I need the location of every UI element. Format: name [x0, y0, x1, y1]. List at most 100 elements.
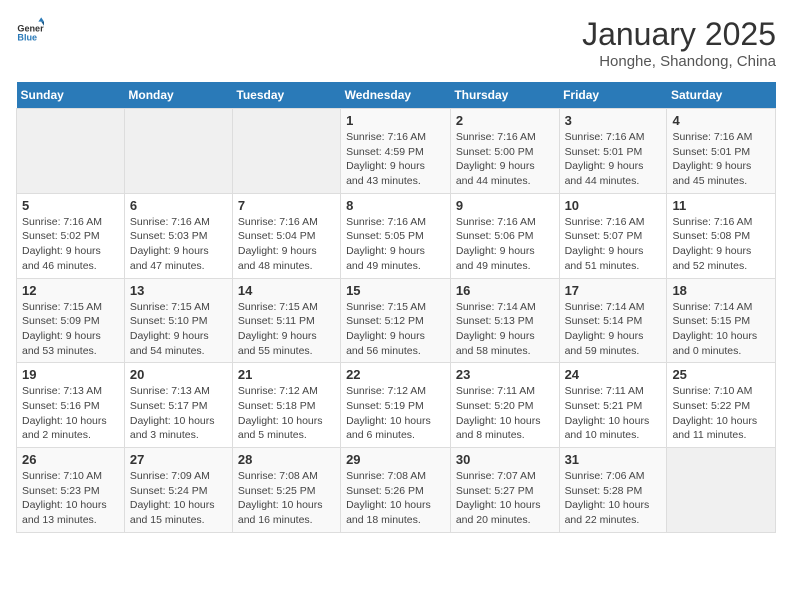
day-info: Sunrise: 7:15 AM Sunset: 5:09 PM Dayligh… [22, 300, 119, 359]
day-number: 26 [22, 452, 119, 467]
day-of-week-header: Wednesday [341, 82, 451, 109]
day-info: Sunrise: 7:11 AM Sunset: 5:21 PM Dayligh… [565, 384, 662, 443]
day-number: 9 [456, 198, 554, 213]
calendar-header-row: SundayMondayTuesdayWednesdayThursdayFrid… [17, 82, 776, 109]
calendar-week-row: 26 Sunrise: 7:10 AM Sunset: 5:23 PM Dayli… [17, 448, 776, 533]
day-number: 2 [456, 113, 554, 128]
calendar-cell: 26 Sunrise: 7:10 AM Sunset: 5:23 PM Dayli… [17, 448, 125, 533]
day-number: 16 [456, 283, 554, 298]
day-info: Sunrise: 7:15 AM Sunset: 5:12 PM Dayligh… [346, 300, 445, 359]
day-info: Sunrise: 7:11 AM Sunset: 5:20 PM Dayligh… [456, 384, 554, 443]
day-number: 24 [565, 367, 662, 382]
calendar-cell: 30 Sunrise: 7:07 AM Sunset: 5:27 PM Dayli… [450, 448, 559, 533]
day-info: Sunrise: 7:09 AM Sunset: 5:24 PM Dayligh… [130, 469, 227, 528]
day-info: Sunrise: 7:16 AM Sunset: 5:00 PM Dayligh… [456, 130, 554, 189]
calendar-cell [124, 109, 232, 194]
day-number: 11 [672, 198, 770, 213]
day-info: Sunrise: 7:15 AM Sunset: 5:10 PM Dayligh… [130, 300, 227, 359]
calendar-cell: 22 Sunrise: 7:12 AM Sunset: 5:19 PM Dayli… [341, 363, 451, 448]
page-header: General Blue General Blue January 2025 H… [16, 16, 776, 70]
day-number: 5 [22, 198, 119, 213]
day-number: 12 [22, 283, 119, 298]
location-subtitle: Honghe, Shandong, China [582, 53, 776, 70]
calendar-cell: 27 Sunrise: 7:09 AM Sunset: 5:24 PM Dayli… [124, 448, 232, 533]
calendar-cell: 23 Sunrise: 7:11 AM Sunset: 5:20 PM Dayli… [450, 363, 559, 448]
day-info: Sunrise: 7:07 AM Sunset: 5:27 PM Dayligh… [456, 469, 554, 528]
calendar-cell: 31Sunrise: 7:06 AM Sunset: 5:28 PM Dayli… [559, 448, 667, 533]
day-number: 30 [456, 452, 554, 467]
calendar-cell: 12 Sunrise: 7:15 AM Sunset: 5:09 PM Dayli… [17, 278, 125, 363]
calendar-cell: 15 Sunrise: 7:15 AM Sunset: 5:12 PM Dayli… [341, 278, 451, 363]
day-number: 23 [456, 367, 554, 382]
day-number: 15 [346, 283, 445, 298]
day-info: Sunrise: 7:16 AM Sunset: 4:59 PM Dayligh… [346, 130, 445, 189]
svg-text:Blue: Blue [17, 33, 37, 43]
day-number: 7 [238, 198, 335, 213]
day-info: Sunrise: 7:10 AM Sunset: 5:22 PM Dayligh… [672, 384, 770, 443]
calendar-cell: 29 Sunrise: 7:08 AM Sunset: 5:26 PM Dayli… [341, 448, 451, 533]
calendar-cell: 28 Sunrise: 7:08 AM Sunset: 5:25 PM Dayli… [232, 448, 340, 533]
day-of-week-header: Thursday [450, 82, 559, 109]
calendar-cell: 5 Sunrise: 7:16 AM Sunset: 5:02 PM Daylig… [17, 193, 125, 278]
calendar-cell: 9Sunrise: 7:16 AM Sunset: 5:06 PM Daylig… [450, 193, 559, 278]
calendar-week-row: 12 Sunrise: 7:15 AM Sunset: 5:09 PM Dayli… [17, 278, 776, 363]
day-info: Sunrise: 7:16 AM Sunset: 5:05 PM Dayligh… [346, 215, 445, 274]
day-info: Sunrise: 7:16 AM Sunset: 5:03 PM Dayligh… [130, 215, 227, 274]
day-number: 1 [346, 113, 445, 128]
day-of-week-header: Monday [124, 82, 232, 109]
calendar-cell: 7 Sunrise: 7:16 AM Sunset: 5:04 PM Daylig… [232, 193, 340, 278]
day-info: Sunrise: 7:10 AM Sunset: 5:23 PM Dayligh… [22, 469, 119, 528]
calendar-cell: 6 Sunrise: 7:16 AM Sunset: 5:03 PM Daylig… [124, 193, 232, 278]
day-info: Sunrise: 7:16 AM Sunset: 5:02 PM Dayligh… [22, 215, 119, 274]
day-number: 18 [672, 283, 770, 298]
calendar-cell: 11 Sunrise: 7:16 AM Sunset: 5:08 PM Dayli… [667, 193, 776, 278]
day-number: 14 [238, 283, 335, 298]
day-of-week-header: Tuesday [232, 82, 340, 109]
calendar-cell: 4 Sunrise: 7:16 AM Sunset: 5:01 PM Daylig… [667, 109, 776, 194]
calendar-cell: 2 Sunrise: 7:16 AM Sunset: 5:00 PM Daylig… [450, 109, 559, 194]
calendar-cell: 18 Sunrise: 7:14 AM Sunset: 5:15 PM Dayli… [667, 278, 776, 363]
day-number: 3 [565, 113, 662, 128]
day-info: Sunrise: 7:13 AM Sunset: 5:16 PM Dayligh… [22, 384, 119, 443]
day-info: Sunrise: 7:16 AM Sunset: 5:04 PM Dayligh… [238, 215, 335, 274]
day-info: Sunrise: 7:06 AM Sunset: 5:28 PM Dayligh… [565, 469, 662, 528]
calendar-cell: 20Sunrise: 7:13 AM Sunset: 5:17 PM Dayli… [124, 363, 232, 448]
day-info: Sunrise: 7:15 AM Sunset: 5:11 PM Dayligh… [238, 300, 335, 359]
day-info: Sunrise: 7:16 AM Sunset: 5:01 PM Dayligh… [672, 130, 770, 189]
day-info: Sunrise: 7:08 AM Sunset: 5:25 PM Dayligh… [238, 469, 335, 528]
day-info: Sunrise: 7:08 AM Sunset: 5:26 PM Dayligh… [346, 469, 445, 528]
calendar-cell: 25 Sunrise: 7:10 AM Sunset: 5:22 PM Dayli… [667, 363, 776, 448]
day-number: 22 [346, 367, 445, 382]
day-number: 19 [22, 367, 119, 382]
day-info: Sunrise: 7:12 AM Sunset: 5:19 PM Dayligh… [346, 384, 445, 443]
calendar-cell: 3Sunrise: 7:16 AM Sunset: 5:01 PM Daylig… [559, 109, 667, 194]
logo-icon: General Blue [16, 16, 44, 44]
calendar-cell: 1 Sunrise: 7:16 AM Sunset: 4:59 PM Daylig… [341, 109, 451, 194]
calendar-cell [17, 109, 125, 194]
day-number: 13 [130, 283, 227, 298]
calendar-cell: 24 Sunrise: 7:11 AM Sunset: 5:21 PM Dayli… [559, 363, 667, 448]
day-number: 28 [238, 452, 335, 467]
calendar-week-row: 1 Sunrise: 7:16 AM Sunset: 4:59 PM Daylig… [17, 109, 776, 194]
day-number: 27 [130, 452, 227, 467]
calendar-cell: 19 Sunrise: 7:13 AM Sunset: 5:16 PM Dayli… [17, 363, 125, 448]
day-number: 25 [672, 367, 770, 382]
calendar-cell: 8 Sunrise: 7:16 AM Sunset: 5:05 PM Daylig… [341, 193, 451, 278]
day-info: Sunrise: 7:14 AM Sunset: 5:13 PM Dayligh… [456, 300, 554, 359]
calendar-cell: 10Sunrise: 7:16 AM Sunset: 5:07 PM Dayli… [559, 193, 667, 278]
day-info: Sunrise: 7:16 AM Sunset: 5:08 PM Dayligh… [672, 215, 770, 274]
calendar-cell: 13 Sunrise: 7:15 AM Sunset: 5:10 PM Dayli… [124, 278, 232, 363]
day-number: 6 [130, 198, 227, 213]
day-info: Sunrise: 7:12 AM Sunset: 5:18 PM Dayligh… [238, 384, 335, 443]
calendar-week-row: 19 Sunrise: 7:13 AM Sunset: 5:16 PM Dayli… [17, 363, 776, 448]
day-number: 4 [672, 113, 770, 128]
day-of-week-header: Sunday [17, 82, 125, 109]
day-of-week-header: Friday [559, 82, 667, 109]
day-number: 8 [346, 198, 445, 213]
calendar-cell: 17Sunrise: 7:14 AM Sunset: 5:14 PM Dayli… [559, 278, 667, 363]
day-number: 29 [346, 452, 445, 467]
day-info: Sunrise: 7:13 AM Sunset: 5:17 PM Dayligh… [130, 384, 227, 443]
day-info: Sunrise: 7:14 AM Sunset: 5:15 PM Dayligh… [672, 300, 770, 359]
day-number: 21 [238, 367, 335, 382]
day-of-week-header: Saturday [667, 82, 776, 109]
